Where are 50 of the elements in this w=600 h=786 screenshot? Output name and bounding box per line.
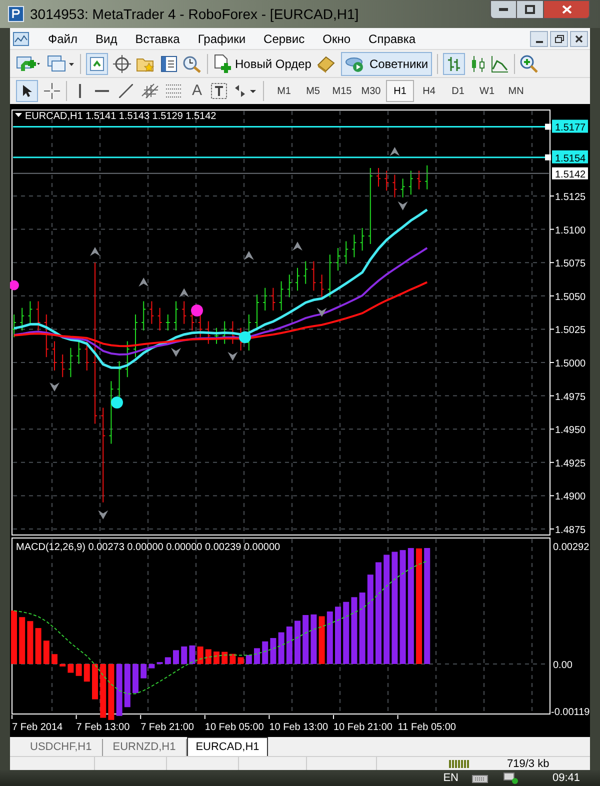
level-price-tag: 1.5177 — [552, 120, 588, 134]
current-price-tag: 1.5142 — [552, 167, 588, 180]
price-label: 1.4925 — [555, 458, 586, 470]
indicator-header: MACD(12,26,9) 0.00273 0.00000 0.00000 0.00239 0.00000 — [16, 542, 280, 553]
timeframe-button[interactable]: W1 — [473, 80, 502, 102]
price-label: 1.5050 — [555, 292, 586, 303]
window-title: 3014953: MetaTrader 4 - RoboForex - [EURCAD,H1] — [30, 4, 359, 24]
time-label: 7 Feb 21:00 — [140, 722, 194, 733]
timeframe-button[interactable]: M5 — [299, 80, 328, 102]
price-label: 1.4950 — [555, 425, 586, 436]
timeframe-button[interactable]: D1 — [444, 80, 472, 102]
time-label: 7 Feb 13:00 — [76, 722, 130, 733]
time-label: 10 Feb 21:00 — [334, 722, 392, 733]
price-label: 1.4975 — [555, 392, 586, 403]
timeframe-button[interactable]: M30 — [357, 80, 386, 102]
level-price-tag: 1.5154 — [552, 150, 588, 164]
menu-item[interactable]: Окно — [314, 30, 360, 48]
time-label: 11 Feb 05:00 — [398, 722, 456, 733]
price-label: 1.5100 — [555, 225, 586, 236]
menu-item[interactable]: Файл — [39, 30, 87, 48]
time-label: 7 Feb 2014 — [12, 722, 63, 733]
text-tool-button[interactable]: A — [189, 80, 206, 102]
price-label: 1.5075 — [555, 258, 586, 270]
time-label: 10 Feb 13:00 — [269, 722, 328, 733]
chart-header: EURCAD,H1 1.5141 1.5143 1.5129 1.5142 — [25, 111, 216, 122]
time-label: 10 Feb 05:00 — [204, 722, 264, 733]
traffic-text: 719/3 kb — [507, 756, 550, 770]
clock[interactable]: 09:41 — [552, 771, 580, 785]
timeframe-button[interactable]: H1 — [386, 80, 414, 102]
timeframe-button[interactable]: H4 — [415, 80, 444, 102]
menu-item[interactable]: Вставка — [126, 30, 189, 48]
timeframe-button[interactable]: M15 — [328, 80, 356, 102]
menu-item[interactable]: Справка — [360, 30, 425, 48]
language-indicator[interactable]: EN — [443, 771, 458, 785]
macd-min-label: -0.00119 — [551, 707, 590, 718]
menu-item[interactable]: Графики — [188, 30, 255, 48]
macd-zero-label: 0.00 — [553, 660, 572, 671]
new-order-button[interactable]: Новый Ордер — [213, 54, 312, 74]
price-label: 1.5025 — [555, 325, 586, 336]
price-label: 1.5125 — [555, 192, 586, 203]
menu-item[interactable]: Вид — [86, 30, 126, 48]
timeframe-button[interactable]: MN — [502, 80, 530, 102]
timeframe-button[interactable]: M1 — [270, 80, 298, 102]
macd-max-label: 0.00292 — [553, 542, 590, 553]
price-label: 1.4900 — [555, 492, 586, 503]
chart-tab[interactable]: EURCAD,H1 — [186, 737, 268, 756]
price-label: 1.4875 — [555, 525, 586, 536]
price-label: 1.5000 — [555, 358, 586, 370]
menu-item[interactable]: Сервис — [254, 30, 314, 48]
experts-button[interactable]: Советники — [341, 52, 432, 76]
